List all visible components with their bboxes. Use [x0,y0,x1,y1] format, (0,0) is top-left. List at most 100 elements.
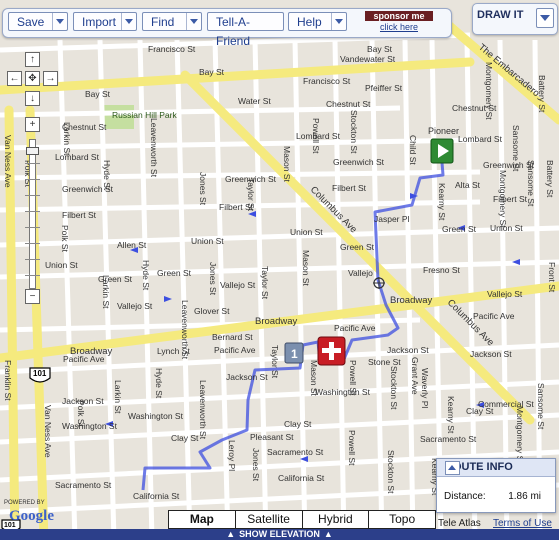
collapse-route-info-icon[interactable] [445,461,460,475]
label-leavenworth-2: Leavenworth St [180,300,190,360]
zoom-tick [25,195,40,196]
zoom-in-button[interactable]: + [25,117,40,132]
tele-atlas-text: Tele Atlas [438,518,481,529]
waypoint-number: 1 [291,347,298,361]
pan-up-button[interactable]: ↑ [25,52,40,67]
label-washington-3: Washington St [315,387,371,397]
draw-it-dropdown-icon[interactable] [536,8,554,28]
distance-value: 1.86 mi [508,491,541,502]
label-bay-3: Bay St [367,44,393,54]
find-dropdown-arrow-icon[interactable] [186,13,201,30]
map-type-topo[interactable]: Topo [369,511,435,528]
label-montgomery-3: Montgomery St [515,406,525,464]
google-logo[interactable]: Google [9,508,54,525]
tell-a-friend-button[interactable]: Tell-A-Friend [207,12,284,48]
save-dropdown-arrow-icon[interactable] [52,13,67,30]
label-union-2: Union St [191,236,224,246]
pan-center-button[interactable]: ✥ [25,71,40,86]
label-sansome-3: Sansome St [536,383,546,430]
sponsor-title: sponsor me [365,11,433,21]
help-dropdown-arrow-icon[interactable] [331,13,346,30]
pan-down-button[interactable]: ↓ [25,91,40,106]
label-pleasant: Pleasant St [250,432,294,442]
label-jackson-3: Jackson St [387,345,429,355]
top-toolbar: Save Import Find Tell-A-Friend Help spon… [2,8,452,48]
label-franklin: Franklin St [3,360,13,401]
zoom-tick [25,275,40,276]
label-stockton-3: Stockton St [386,450,396,494]
label-hyde-2: Hyde St [141,260,151,291]
zoom-tick [25,211,40,212]
label-kearny-2: Kearny St [446,396,456,434]
us-101-shield-1: 101 [29,367,51,383]
label-jackson-4: Jackson St [470,349,512,359]
help-button[interactable]: Help [288,12,347,31]
waypoint-marker-1[interactable]: 1 [284,342,304,364]
us101-shield-1-label: 101 [33,369,47,378]
label-leavenworth-1: Leavenworth St [149,118,159,178]
label-pacific-2: Pacific Ave [214,345,256,355]
label-powell-1: Powell St [311,118,321,154]
import-button[interactable]: Import [73,12,137,31]
zoom-tick [25,243,40,244]
label-powell-3: Powell St [347,430,357,466]
zoom-tick [25,163,40,164]
zoom-out-button[interactable]: − [25,289,40,304]
label-fresno: Fresno St [423,265,460,275]
label-alta: Alta St [455,180,481,190]
label-broadway-1: Broadway [70,346,112,357]
pan-left-button[interactable]: ← [7,71,22,86]
pan-right-button[interactable]: → [43,71,58,86]
tell-a-friend-button-label: Tell-A-Friend [216,15,251,48]
start-marker[interactable] [430,138,454,164]
distance-label: Distance: [444,491,486,502]
draw-it-panel: DRAW IT [472,3,558,35]
label-leavenworth-3: Leavenworth St [198,380,208,440]
label-child: Child St [408,135,418,165]
elevation-up-arrow-icon: ▲ [226,529,236,539]
route-info-panel: ROUTE INFO Distance: 1.86 mi [436,458,556,513]
end-marker[interactable] [317,336,346,366]
find-button[interactable]: Find [142,12,202,31]
label-washington-2: Washington St [128,411,184,421]
terms-of-use-link[interactable]: Terms of Use [493,518,552,529]
label-sacramento-2: Sacramento St [267,447,324,457]
save-button[interactable]: Save [8,12,68,31]
label-powell-2: Powell St [348,360,358,396]
label-vandewater: Vandewater St [340,54,396,64]
label-clay-2: Clay St [284,419,312,429]
sponsor-link[interactable]: click here [365,21,433,33]
label-sansome-1: Sansome St [511,125,521,172]
show-elevation-bar[interactable]: ▲ SHOW ELEVATION ▲ [0,529,559,540]
label-taylor-3: Taylor St [270,345,280,379]
find-button-label: Find [151,15,175,29]
label-vallejo-pl: Vallejo [348,268,373,278]
label-allen: Allen St [117,240,147,250]
label-stockton-2: Stockton St [389,366,399,410]
zoom-slider-thumb[interactable] [26,147,39,155]
label-california-2: California St [278,473,325,483]
label-union-1: Union St [45,260,78,270]
map-type-satellite[interactable]: Satellite [236,511,303,528]
zoom-slider-track[interactable] [29,139,36,289]
label-sansome-2: Sansome St [526,160,536,207]
label-mason-3: Mason St [309,360,319,397]
label-mason-1: Mason St [282,146,292,183]
map-type-hybrid[interactable]: Hybrid [303,511,370,528]
label-water: Water St [238,96,271,106]
label-taylor-2: Taylor St [260,266,270,300]
draw-it-label: DRAW IT [477,9,524,21]
label-larkin-3: Larkin St [113,380,123,414]
label-battery-2: Battery St [545,160,555,198]
zoom-tick [25,227,40,228]
label-polk-2: Polk St [60,225,70,253]
map-type-map[interactable]: Map [169,511,236,528]
label-hyde-1: Hyde St [102,160,112,191]
label-glover: Glover St [194,306,230,316]
save-button-label: Save [17,15,45,29]
label-bernard: Bernard St [212,332,253,342]
zoom-tick [25,179,40,180]
import-dropdown-arrow-icon[interactable] [121,13,136,30]
label-waverly: Waverly Pl [420,368,430,408]
label-jones-3: Jones St [251,448,261,482]
